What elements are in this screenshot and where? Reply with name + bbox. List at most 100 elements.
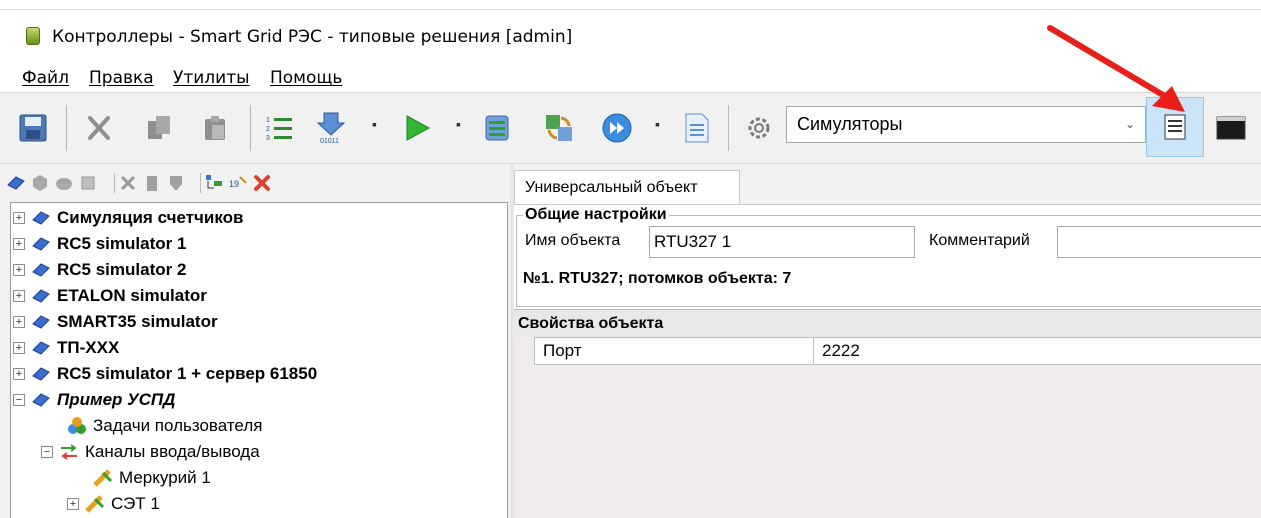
close-icon[interactable] xyxy=(252,173,272,193)
tree-item-label: Пример УСПД xyxy=(57,390,176,409)
object-icon xyxy=(31,208,51,228)
object-icon xyxy=(31,390,51,410)
expand-icon[interactable]: + xyxy=(13,342,25,354)
chevron-down-icon[interactable]: ▪ xyxy=(655,117,665,131)
shield-icon[interactable] xyxy=(166,173,186,193)
cut-icon[interactable] xyxy=(80,109,118,147)
numbered-list-icon[interactable]: 1 2 3 xyxy=(260,109,298,147)
object-icon xyxy=(31,338,51,358)
property-name: Порт xyxy=(534,337,814,365)
comment-field[interactable] xyxy=(1057,226,1261,258)
object-name-label: Имя объекта xyxy=(525,232,621,249)
object-tree[interactable]: + Симуляция счетчиков + RC5 simulator 1 … xyxy=(10,202,508,518)
toolbar-separator xyxy=(250,105,251,151)
toolbar-separator xyxy=(728,105,729,151)
expand-icon[interactable]: + xyxy=(13,264,25,276)
menu-utilities[interactable]: Утилиты xyxy=(173,68,250,88)
right-panel: Универсальный объект Общие настройки Имя… xyxy=(514,164,1261,518)
save-icon[interactable] xyxy=(14,109,52,147)
forward-icon[interactable] xyxy=(598,109,636,147)
sync-icon[interactable] xyxy=(540,109,578,147)
paste-icon[interactable] xyxy=(196,109,234,147)
properties-header: Свойства объекта xyxy=(514,309,1261,337)
toolbar-separator xyxy=(66,105,67,151)
chevron-down-icon[interactable]: ▪ xyxy=(456,117,466,131)
tasks-icon xyxy=(67,416,87,436)
play-icon[interactable] xyxy=(398,109,436,147)
comment-label: Комментарий xyxy=(929,232,1030,249)
general-settings-group: Общие настройки Имя объекта RTU327 1 Ком… xyxy=(516,206,1261,307)
tree-item-selected[interactable]: − Пример УСПД xyxy=(13,387,175,413)
tree-item[interactable]: + RC5 simulator 1 xyxy=(13,231,186,257)
svg-text:19: 19 xyxy=(229,179,239,189)
chevron-down-icon: ⌄ xyxy=(1124,117,1135,131)
simulator-select-value: Симуляторы xyxy=(797,114,903,134)
tree-item-label: Симуляция счетчиков xyxy=(57,208,244,227)
log-icon xyxy=(1164,114,1186,140)
object-icon xyxy=(31,312,51,332)
main-toolbar: 1 2 3 01011 ▪ ▪ ▪ Симуляторы ⌄ xyxy=(0,92,1261,164)
title-bar: Контроллеры - Smart Grid РЭС - типовые р… xyxy=(0,0,1261,62)
menu-file[interactable]: Файл xyxy=(22,68,69,88)
expand-icon[interactable]: + xyxy=(13,238,25,250)
menu-edit[interactable]: Правка xyxy=(89,68,154,88)
database-icon[interactable] xyxy=(478,109,516,147)
tree-item[interactable]: + СЭТ 1 xyxy=(67,491,160,517)
settings-icon[interactable] xyxy=(740,109,778,147)
svg-text:2: 2 xyxy=(266,126,270,133)
tree-toolbar: 19 xyxy=(0,164,510,202)
collapse-icon[interactable]: − xyxy=(13,394,25,406)
add-object-icon[interactable] xyxy=(6,173,26,193)
tree-item-label: Меркурий 1 xyxy=(119,468,211,487)
object-icon xyxy=(31,286,51,306)
tree-move-icon[interactable] xyxy=(204,173,224,193)
console-icon[interactable] xyxy=(1212,109,1250,147)
menu-help[interactable]: Помощь xyxy=(270,68,342,88)
chip-icon[interactable] xyxy=(78,173,98,193)
expand-icon[interactable]: + xyxy=(67,498,79,510)
tree-item[interactable]: Меркурий 1 xyxy=(93,465,211,491)
app-icon xyxy=(26,27,40,45)
log-button[interactable] xyxy=(1146,97,1204,157)
tree-item-label: Задачи пользователя xyxy=(93,416,263,435)
tree-item-label: ETALON simulator xyxy=(57,286,207,305)
object-summary: №1. RTU327; потомков объекта: 7 xyxy=(523,270,792,287)
tree-item[interactable]: + ETALON simulator xyxy=(13,283,207,309)
cut-object-icon[interactable] xyxy=(118,173,138,193)
properties-grid: Порт 2222 xyxy=(514,337,1261,518)
hexagon-icon[interactable] xyxy=(30,173,50,193)
tree-item[interactable]: + SMART35 simulator xyxy=(13,309,218,335)
object-icon xyxy=(31,364,51,384)
expand-icon[interactable]: + xyxy=(13,290,25,302)
collapse-icon[interactable]: − xyxy=(41,446,53,458)
io-channels-icon xyxy=(59,442,79,462)
window-title: Контроллеры - Smart Grid РЭС - типовые р… xyxy=(52,27,573,47)
tree-item-label: СЭТ 1 xyxy=(111,494,160,513)
document-icon[interactable] xyxy=(678,109,716,147)
simulator-select[interactable]: Симуляторы ⌄ xyxy=(786,106,1146,143)
property-value[interactable]: 2222 xyxy=(813,337,1261,365)
tree-item[interactable]: + Симуляция счетчиков xyxy=(13,205,243,231)
download-binary-icon[interactable]: 01011 xyxy=(312,109,350,147)
chevron-down-icon[interactable]: ▪ xyxy=(372,117,382,131)
tree-item-label: RC5 simulator 2 xyxy=(57,260,187,279)
tab-universal-object[interactable]: Универсальный объект xyxy=(514,170,740,204)
tree-item[interactable]: + ТП-XXX xyxy=(13,335,119,361)
tree-item[interactable]: + RC5 simulator 1 + сервер 61850 xyxy=(13,361,317,387)
meter-icon xyxy=(85,494,105,514)
object-name-field[interactable]: RTU327 1 xyxy=(649,226,915,258)
cloud-icon[interactable] xyxy=(54,173,74,193)
copy-icon[interactable] xyxy=(140,109,178,147)
tree-item[interactable]: Задачи пользователя xyxy=(67,413,262,439)
object-icon xyxy=(31,234,51,254)
expand-icon[interactable]: + xyxy=(13,316,25,328)
tree-item[interactable]: − Каналы ввода/вывода xyxy=(41,439,260,465)
tree-sort-icon[interactable]: 19 xyxy=(228,173,248,193)
object-icon xyxy=(31,260,51,280)
meter-icon xyxy=(93,468,113,488)
expand-icon[interactable]: + xyxy=(13,368,25,380)
expand-icon[interactable]: + xyxy=(13,212,25,224)
tree-item[interactable]: + RC5 simulator 2 xyxy=(13,257,186,283)
delete-object-icon[interactable] xyxy=(142,173,162,193)
svg-text:01011: 01011 xyxy=(320,138,339,145)
